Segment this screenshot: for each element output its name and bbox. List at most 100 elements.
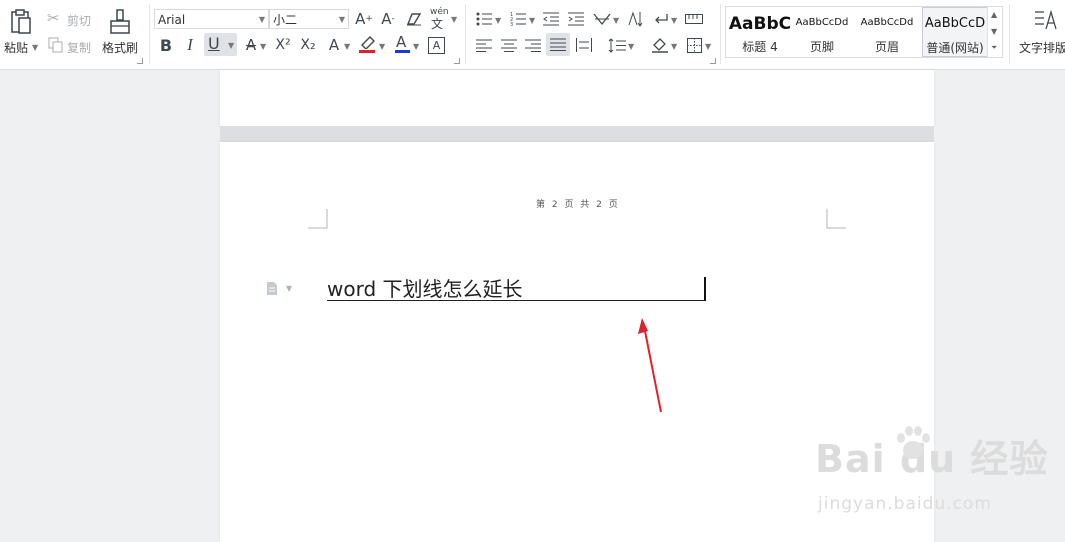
style-preview: AaBbCcDd (795, 17, 849, 28)
highlight-color-button[interactable]: ▼ (357, 35, 387, 55)
shrink-font-icon[interactable]: A- (378, 9, 398, 29)
align-right-icon[interactable] (523, 35, 543, 55)
ruler-icon[interactable] (684, 9, 704, 29)
crop-mark-top-right (826, 209, 846, 229)
text-layout-icon (1035, 9, 1057, 30)
document-icon (267, 282, 277, 295)
pinyin-guide-button[interactable]: wén 文 ▼ (430, 7, 458, 31)
shading-icon[interactable] (650, 35, 670, 55)
copy-button[interactable]: 复制 (47, 37, 95, 55)
underline-label: U (208, 34, 220, 53)
baidu-watermark: Bai du 经验 jingyan.baidu.com (815, 426, 1048, 514)
highlighter-icon (361, 36, 375, 49)
red-arrow-annotation (638, 318, 662, 413)
italic-button[interactable]: I (180, 35, 200, 55)
group-separator (149, 4, 150, 64)
chevron-down-icon: ▼ (671, 16, 678, 25)
show-hide-marks-icon[interactable] (651, 9, 671, 29)
borders-icon[interactable] (684, 35, 704, 55)
svg-text:3: 3 (510, 22, 513, 26)
format-painter-icon (110, 9, 130, 34)
style-preview: AaBbC (728, 14, 792, 34)
chevron-down-icon: ▼ (529, 16, 536, 25)
chevron-down-icon: ▼ (413, 42, 420, 51)
style-normal-web[interactable]: AaBbCcD 普通(网站) (922, 7, 988, 57)
chevron-up-icon[interactable]: ▲ (991, 10, 997, 19)
style-footer[interactable]: AaBbCcDd 页脚 (790, 7, 854, 57)
text-layout-label: 文字排版 (1019, 41, 1065, 55)
grow-font-icon[interactable]: A + (354, 9, 374, 29)
line-spacing-icon[interactable] (607, 35, 627, 55)
style-heading-4[interactable]: AaBbC 标题 4 (726, 7, 794, 57)
justify-button[interactable] (546, 33, 570, 56)
style-name: 页脚 (809, 40, 834, 54)
font-color-button[interactable]: A ▼ (393, 33, 423, 55)
strikethrough-icon[interactable]: A (241, 35, 261, 55)
document-text-line[interactable]: word 下划线怎么延长 (327, 278, 705, 301)
paragraph-handle[interactable]: ▼ (264, 279, 296, 299)
increase-indent-icon[interactable] (566, 9, 586, 29)
clear-format-icon[interactable] (404, 9, 424, 29)
chevron-down-icon[interactable]: ▼ (991, 27, 997, 36)
character-border-button[interactable]: A (428, 37, 445, 54)
font-family-value: Arial (158, 13, 186, 27)
chevron-down-icon: ▼ (286, 284, 293, 293)
paste-button[interactable]: 粘贴 ▼ (4, 6, 40, 58)
style-name: 标题 4 (742, 40, 778, 54)
chevron-down-icon: ▼ (32, 43, 39, 52)
decrease-indent-icon[interactable] (541, 9, 561, 29)
text-effect-button[interactable]: A (324, 35, 344, 55)
chevron-down-icon: ▼ (379, 42, 386, 51)
align-left-icon[interactable] (474, 35, 494, 55)
format-painter-button[interactable]: 格式刷 (100, 6, 140, 58)
expand-gallery-icon[interactable]: ⏷ (991, 43, 997, 53)
pinyin-char-icon: 文 (431, 17, 444, 31)
subscript-button[interactable]: X₂ (298, 35, 318, 55)
text-cursor (704, 277, 706, 301)
group-separator (465, 4, 466, 64)
styles-gallery: AaBbC 标题 4 AaBbCcDd 页脚 AaBbCcDd 页眉 AaBbC… (725, 6, 1003, 58)
font-color-bar (395, 50, 410, 53)
chinese-layout-icon[interactable] (592, 9, 612, 29)
document-body-text: word 下划线怎么延长 (327, 277, 523, 301)
chevron-down-icon: ▼ (258, 15, 265, 24)
numbered-list-icon[interactable]: 123 (508, 9, 528, 29)
style-header[interactable]: AaBbCcDd 页眉 (855, 7, 919, 57)
font-family-select[interactable]: Arial ▼ (154, 9, 269, 29)
page-gap (220, 126, 934, 142)
chevron-down-icon: ▼ (705, 42, 712, 51)
style-name: 页眉 (874, 40, 899, 54)
ribbon-toolbar: 粘贴 ▼ ✂ 剪切 复制 格式刷 Arial ▼ 小二 ▼ A + A- wén … (0, 0, 1065, 70)
font-dialog-launcher[interactable] (454, 58, 460, 64)
chevron-down-icon: ▼ (451, 15, 458, 24)
page-header-text: 第 2 页 共 2 页 (536, 200, 620, 210)
paragraph-dialog-launcher[interactable] (710, 58, 716, 64)
superscript-button[interactable]: X² (273, 35, 293, 55)
font-size-select[interactable]: 小二 ▼ (269, 9, 349, 29)
sort-icon[interactable] (625, 9, 645, 29)
align-center-icon[interactable] (499, 35, 519, 55)
distributed-align-icon[interactable] (574, 35, 594, 55)
style-preview: AaBbCcD (924, 16, 986, 31)
chevron-down-icon: ▼ (344, 42, 351, 51)
group-separator (720, 4, 721, 64)
chevron-down-icon: ▼ (228, 41, 235, 50)
scissors-icon: ✂ (47, 9, 60, 27)
clipboard-dialog-launcher[interactable] (137, 58, 143, 64)
font-color-label: A (396, 33, 407, 51)
cut-button[interactable]: ✂ 剪切 (47, 9, 95, 28)
underline-button[interactable]: U ▼ (204, 33, 237, 56)
justify-icon (550, 38, 566, 51)
document-page-1[interactable] (220, 70, 934, 126)
chevron-down-icon: ▼ (671, 42, 678, 51)
styles-scroll[interactable]: ▲ ▼ ⏷ (987, 7, 1002, 57)
style-name: 普通(网站) (926, 41, 984, 55)
chevron-down-icon: ▼ (260, 42, 267, 51)
highlight-color-bar (359, 50, 375, 53)
cut-label: 剪切 (67, 14, 92, 28)
bullet-list-icon[interactable] (474, 9, 494, 29)
bold-button[interactable]: B (156, 35, 176, 55)
chevron-down-icon: ▼ (495, 16, 502, 25)
text-layout-button[interactable]: 文字排版 (1014, 6, 1065, 58)
chevron-down-icon: ▼ (338, 15, 345, 24)
